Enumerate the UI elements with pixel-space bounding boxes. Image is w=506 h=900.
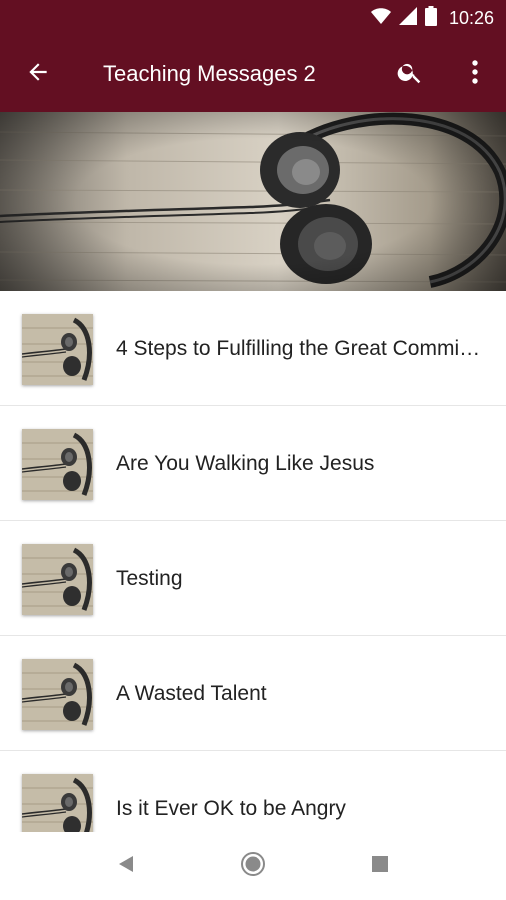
recents-square-icon [371,855,389,878]
more-options-button[interactable] [460,56,490,92]
list-item[interactable]: A Wasted Talent [0,636,506,751]
nav-back-button[interactable] [106,846,146,886]
item-title: 4 Steps to Fulfilling the Great Commissi… [116,337,486,360]
wifi-icon [370,7,391,29]
status-bar: 10:26 [0,0,506,36]
list-item[interactable]: Testing [0,521,506,636]
home-circle-icon [240,851,266,882]
item-thumbnail [22,659,93,730]
status-icons: 10:26 [370,0,494,36]
back-button[interactable] [20,56,56,92]
more-vert-icon [471,59,479,90]
page-title: Teaching Messages 2 [103,61,316,86]
list-item[interactable]: Are You Walking Like Jesus [0,406,506,521]
cell-signal-icon [398,6,417,30]
item-title: A Wasted Talent [116,682,267,705]
nav-home-button[interactable] [233,846,273,886]
hero-image [0,112,506,291]
battery-icon [424,5,437,31]
list-item[interactable]: 4 Steps to Fulfilling the Great Commissi… [0,291,506,406]
headphones-image [0,112,506,291]
app-bar: Teaching Messages 2 [0,36,506,112]
item-thumbnail [22,774,93,832]
status-time: 10:26 [448,7,494,28]
item-thumbnail [22,429,93,500]
item-thumbnail [22,314,93,385]
search-button[interactable] [392,56,428,92]
nav-recents-button[interactable] [360,846,400,886]
list-item[interactable]: Is it Ever OK to be Angry [0,751,506,832]
search-icon [396,58,424,91]
back-triangle-icon [117,855,135,878]
message-list: 4 Steps to Fulfilling the Great Commissi… [0,291,506,832]
item-title: Are You Walking Like Jesus [116,452,375,475]
item-title: Is it Ever OK to be Angry [116,797,346,820]
item-title: Testing [116,567,183,590]
back-arrow-icon [25,59,51,90]
item-thumbnail [22,544,93,615]
system-nav-bar [0,832,506,900]
